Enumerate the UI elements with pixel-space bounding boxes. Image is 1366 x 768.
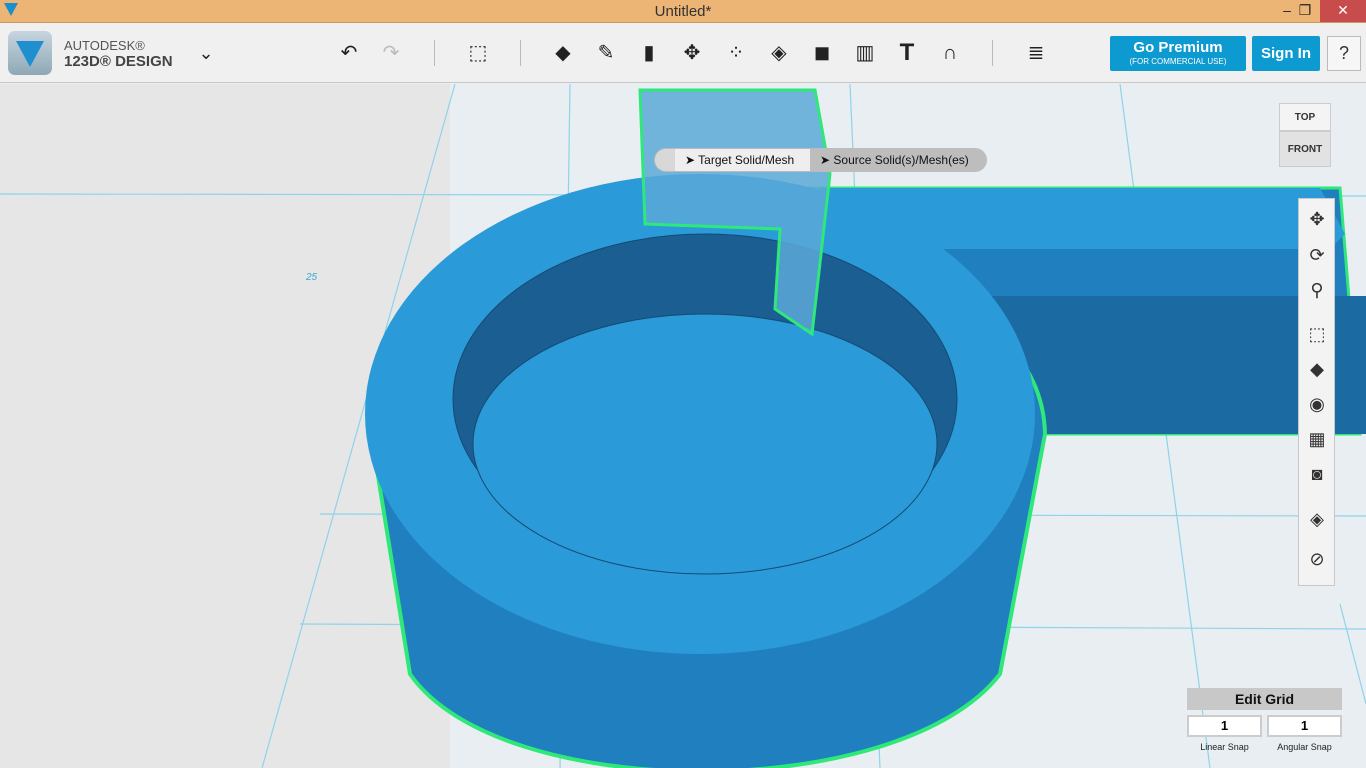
brand-product: 123D® DESIGN xyxy=(64,53,173,70)
3d-viewport[interactable]: 25 xyxy=(0,84,1366,768)
restore-button[interactable]: ❐ xyxy=(1288,0,1322,22)
target-label: Target Solid/Mesh xyxy=(698,153,794,167)
grouping-icon[interactable]: ◈ xyxy=(765,39,793,67)
edit-grid-panel: Edit Grid 1 1 Linear Snap Angular Snap xyxy=(1187,688,1343,710)
undo-icon[interactable]: ↶ xyxy=(335,39,363,67)
divider xyxy=(434,40,435,66)
window-title: Untitled* xyxy=(0,3,1366,20)
materials-icon[interactable]: ≣ xyxy=(1022,39,1050,67)
main-toolbar: AUTODESK® 123D® DESIGN ⌄ ↶ ↷ ⬚ ◆ ✎ ▮ ✥ ⁘… xyxy=(0,23,1366,83)
app-logo[interactable] xyxy=(8,31,52,75)
view-cube[interactable]: TOP FRONT xyxy=(1279,103,1331,169)
snap-icon[interactable]: ◈ xyxy=(1303,505,1331,533)
construct-icon[interactable]: ▮ xyxy=(635,39,663,67)
divider xyxy=(520,40,521,66)
divider xyxy=(992,40,993,66)
ruler-label: 25 xyxy=(306,272,317,283)
view-mode-icon[interactable]: ◆ xyxy=(1303,355,1331,383)
pan-icon[interactable]: ✥ xyxy=(1303,205,1331,233)
navigation-bar: ✥ ⟳ ⚲ ⬚ ◆ ◉ ▦ ◙ ◈ ⊘ xyxy=(1298,198,1335,586)
angular-snap-input[interactable]: 1 xyxy=(1267,715,1342,737)
measure-icon[interactable]: ▥ xyxy=(851,39,879,67)
zoom-icon[interactable]: ⚲ xyxy=(1303,276,1331,304)
premium-sublabel: (FOR COMMERCIAL USE) xyxy=(1110,57,1246,66)
source-label: Source Solid(s)/Mesh(es) xyxy=(833,153,968,167)
text-icon[interactable]: T xyxy=(893,39,921,67)
edit-grid-button[interactable]: Edit Grid xyxy=(1187,688,1342,710)
help-button[interactable]: ? xyxy=(1327,36,1361,71)
camera-icon[interactable]: ◙ xyxy=(1303,460,1331,488)
pattern-icon[interactable]: ⁘ xyxy=(722,39,750,67)
sketch-icon[interactable]: ✎ xyxy=(592,39,620,67)
combine-icon[interactable]: ◼ xyxy=(808,39,836,67)
go-premium-button[interactable]: Go Premium (FOR COMMERCIAL USE) xyxy=(1110,36,1246,71)
transform-icon[interactable]: ⬚ xyxy=(464,39,492,67)
fit-icon[interactable]: ⬚ xyxy=(1303,320,1331,348)
close-button[interactable]: ✕ xyxy=(1320,0,1366,22)
viewcube-front[interactable]: FRONT xyxy=(1279,131,1331,167)
grid-material-icon[interactable]: ▦ xyxy=(1303,425,1331,453)
target-solid-tab[interactable]: ➤ Target Solid/Mesh xyxy=(675,149,810,171)
app-menu-chevron-icon[interactable]: ⌄ xyxy=(192,39,220,67)
redo-icon[interactable]: ↷ xyxy=(377,39,405,67)
viewcube-top[interactable]: TOP xyxy=(1279,103,1331,131)
combine-selector: ➤ Target Solid/Mesh ➤ Source Solid(s)/Me… xyxy=(654,148,987,172)
primitives-icon[interactable]: ◆ xyxy=(549,39,577,67)
orbit-icon[interactable]: ⟳ xyxy=(1303,241,1331,269)
modify-icon[interactable]: ✥ xyxy=(678,39,706,67)
visibility-eye-icon[interactable]: ◉ xyxy=(1303,390,1331,418)
angular-snap-label: Angular Snap xyxy=(1267,742,1342,752)
source-solids-tab[interactable]: ➤ Source Solid(s)/Mesh(es) xyxy=(810,149,986,171)
scene xyxy=(0,84,1366,768)
title-bar: Untitled* – ❐ ✕ xyxy=(0,0,1366,23)
hide-snap-icon[interactable]: ⊘ xyxy=(1303,545,1331,573)
linear-snap-label: Linear Snap xyxy=(1187,742,1262,752)
brand-autodesk: AUTODESK® xyxy=(64,38,145,53)
linear-snap-input[interactable]: 1 xyxy=(1187,715,1262,737)
snap-magnet-icon[interactable]: ∩ xyxy=(936,39,964,67)
premium-label: Go Premium xyxy=(1110,39,1246,56)
sign-in-button[interactable]: Sign In xyxy=(1252,36,1320,71)
